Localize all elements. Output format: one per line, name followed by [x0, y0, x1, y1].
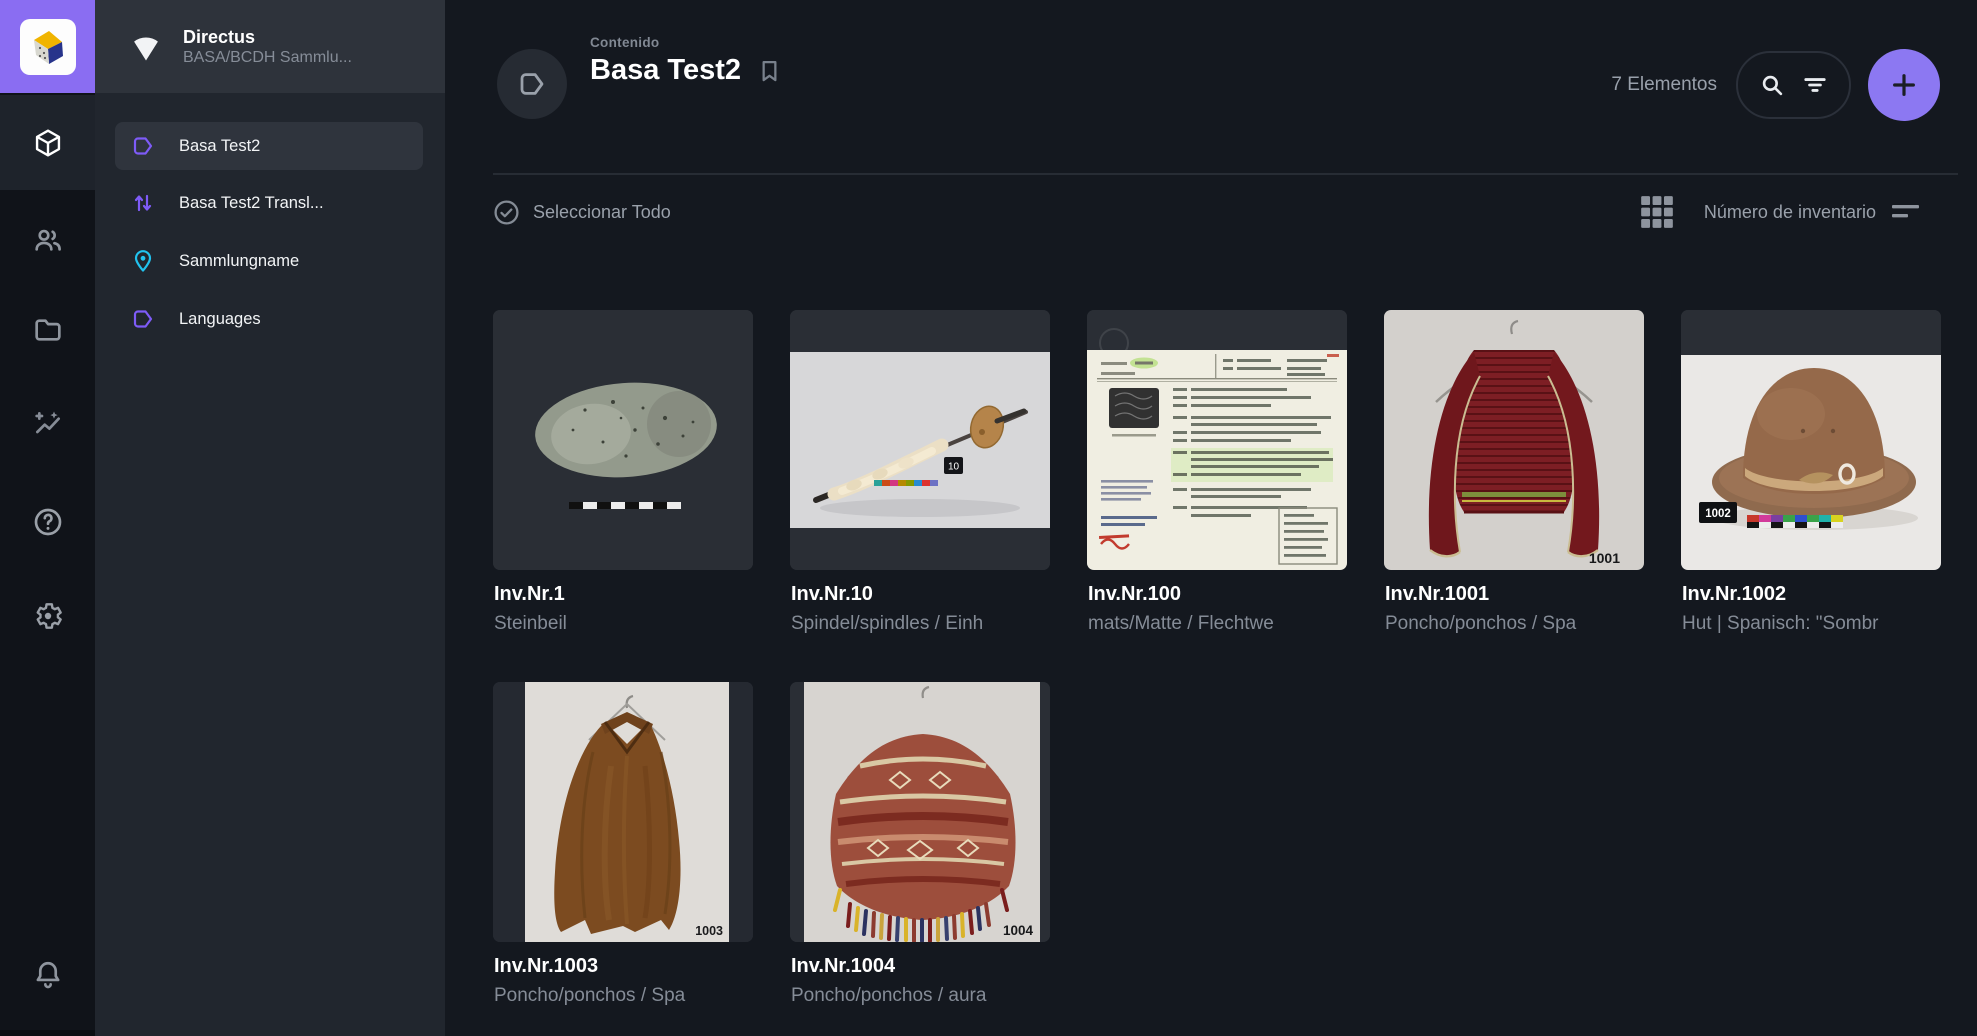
label-icon — [517, 69, 547, 99]
navigation-sidebar: Directus BASA/BCDH Sammlu... Basa Test2 … — [95, 0, 445, 1036]
card-image-brown-poncho: 1003 — [493, 682, 753, 942]
collection-icon-button[interactable] — [497, 49, 567, 119]
sidebar-item-languages[interactable]: Languages — [115, 295, 423, 343]
item-card[interactable]: 1003 Inv.Nr.1003 Poncho/ponchos / Spa — [493, 682, 753, 1008]
module-bar-bottom-edge — [0, 1030, 95, 1036]
card-subtitle: Poncho/ponchos / Spa — [1385, 612, 1643, 636]
select-all-control[interactable]: Seleccionar Todo — [493, 199, 671, 226]
sidebar-item-basa-test2-translations[interactable]: Basa Test2 Transl... — [115, 179, 423, 227]
card-title: Inv.Nr.1001 — [1385, 582, 1643, 606]
module-users[interactable] — [0, 210, 95, 270]
card-subtitle: Poncho/ponchos / aura — [791, 984, 1049, 1008]
item-card[interactable]: 1002 Inv.Nr.1002 Hut | S — [1681, 310, 1941, 636]
label-icon — [131, 134, 155, 158]
select-all-label: Seleccionar Todo — [533, 202, 671, 223]
card-title: Inv.Nr.1 — [494, 582, 752, 606]
sort-icon[interactable] — [1892, 204, 1920, 220]
card-title: Inv.Nr.1002 — [1682, 582, 1940, 606]
card-subtitle: Spindel/spindles / Einh — [791, 612, 1049, 636]
help-icon — [32, 506, 64, 538]
card-image-spindle: 10 — [790, 310, 1050, 570]
box-icon — [32, 127, 64, 159]
project-name: Directus — [183, 26, 352, 48]
sidebar-item-label: Basa Test2 Transl... — [179, 194, 324, 213]
project-info[interactable]: Directus BASA/BCDH Sammlu... — [95, 0, 445, 93]
project-fan-icon — [129, 30, 163, 64]
module-docs[interactable] — [0, 492, 95, 552]
photo-tag: 1004 — [1003, 923, 1034, 938]
item-card[interactable]: 1001 Inv.Nr.1001 Poncho/ponchos / Spa — [1384, 310, 1644, 636]
check-circle-icon — [493, 199, 520, 226]
folder-icon — [32, 314, 64, 346]
plus-icon — [1888, 69, 1920, 101]
card-subtitle: Steinbeil — [494, 612, 752, 636]
card-image-hat: 1002 — [1681, 310, 1941, 570]
main-content: Contenido Basa Test2 7 Elementos Se — [445, 0, 1977, 1036]
item-card[interactable]: 1004 Inv.Nr.1004 Poncho/ponchos / aura — [790, 682, 1050, 1008]
module-settings[interactable] — [0, 586, 95, 646]
module-bar — [0, 0, 95, 1036]
grid-icon[interactable] — [1638, 193, 1676, 231]
page-title: Basa Test2 — [590, 53, 741, 87]
photo-tag: 1002 — [1705, 508, 1731, 520]
item-count: 7 Elementos — [1611, 74, 1717, 96]
search-icon[interactable] — [1759, 72, 1785, 98]
sidebar-item-sammlungname[interactable]: Sammlungname — [115, 237, 423, 285]
card-subtitle: mats/Matte / Flechtwe — [1088, 612, 1346, 636]
project-descriptor: BASA/BCDH Sammlu... — [183, 48, 352, 68]
filter-icon[interactable] — [1802, 72, 1828, 98]
layout-toolbar: Seleccionar Todo Número de inventario — [493, 173, 1958, 231]
add-item-button[interactable] — [1868, 49, 1940, 121]
bookmark-icon[interactable] — [756, 57, 783, 84]
search-filter-pill — [1736, 51, 1851, 119]
photo-tag: 1001 — [1589, 550, 1620, 566]
item-card[interactable]: Inv.Nr.1 Steinbeil — [493, 310, 753, 636]
sidebar-item-label: Basa Test2 — [179, 137, 260, 156]
notifications-button[interactable] — [0, 945, 95, 1005]
sidebar-item-label: Sammlungname — [179, 252, 299, 271]
card-title: Inv.Nr.10 — [791, 582, 1049, 606]
module-files[interactable] — [0, 300, 95, 360]
item-card[interactable]: 10 Inv.Nr.10 Spindel/spindles / Einh — [790, 310, 1050, 636]
sidebar-item-label: Languages — [179, 310, 261, 329]
project-logo-button[interactable] — [0, 0, 95, 93]
card-title: Inv.Nr.1004 — [791, 954, 1049, 978]
module-insights[interactable] — [0, 394, 95, 454]
breadcrumb: Contenido — [590, 35, 659, 50]
sort-field-label[interactable]: Número de inventario — [1704, 202, 1876, 223]
module-content[interactable] — [0, 95, 95, 190]
project-logo-icon — [20, 19, 76, 75]
users-icon — [32, 224, 64, 256]
photo-tag: 1003 — [695, 924, 723, 938]
card-image-stone-axe — [493, 310, 753, 570]
label-icon — [131, 307, 155, 331]
cards-grid: Inv.Nr.1 Steinbeil — [493, 310, 1941, 1008]
card-image-patterned-poncho: 1004 — [790, 682, 1050, 942]
insights-icon — [32, 408, 64, 440]
item-card[interactable]: Inv.Nr.100 mats/Matte / Flechtwe — [1087, 310, 1347, 636]
card-image-catalog-document — [1087, 310, 1347, 570]
card-title: Inv.Nr.100 — [1088, 582, 1346, 606]
photo-tag: 10 — [948, 462, 960, 473]
import-export-icon — [131, 191, 155, 215]
map-pin-icon — [131, 249, 155, 273]
card-title: Inv.Nr.1003 — [494, 954, 752, 978]
card-image-red-poncho: 1001 — [1384, 310, 1644, 570]
bell-icon — [32, 959, 64, 991]
card-subtitle: Poncho/ponchos / Spa — [494, 984, 752, 1008]
sidebar-item-basa-test2[interactable]: Basa Test2 — [115, 122, 423, 170]
card-subtitle: Hut | Spanisch: "Sombr — [1682, 612, 1940, 636]
gear-icon — [32, 600, 64, 632]
